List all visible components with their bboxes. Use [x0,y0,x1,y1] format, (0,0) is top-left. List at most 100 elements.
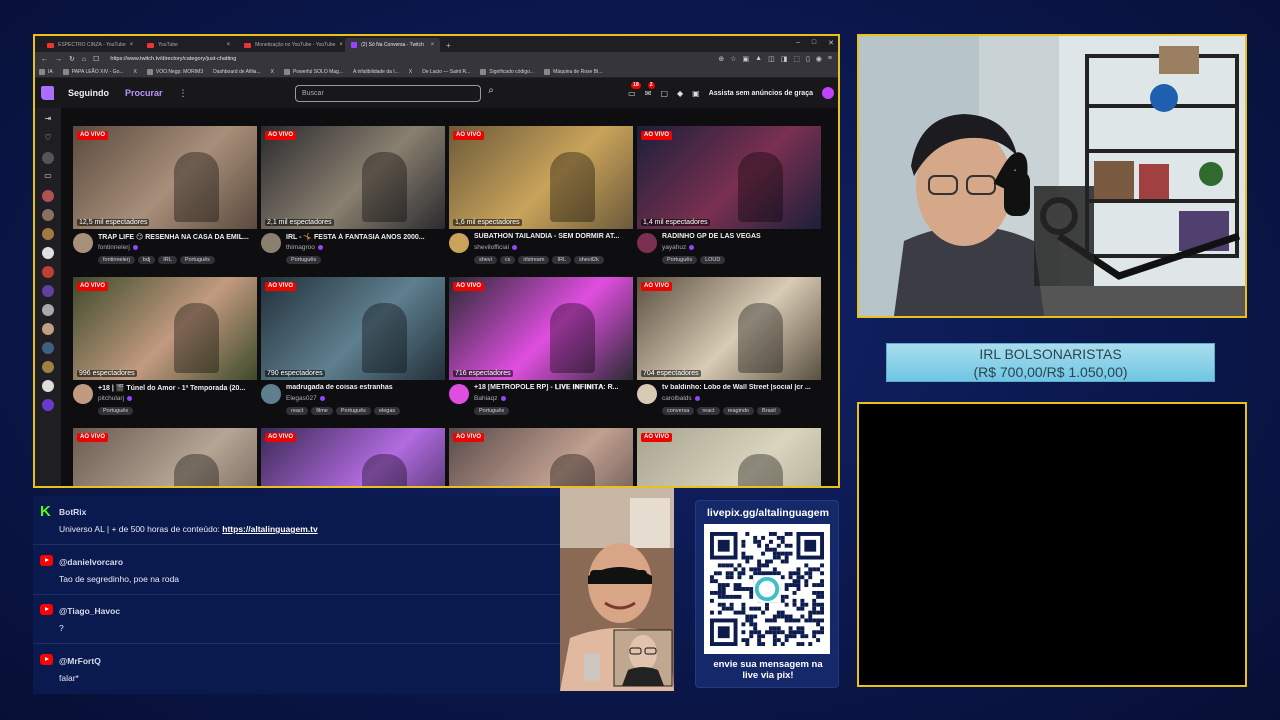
stream-card[interactable]: AO VIVO 716 espectadores +18 [METRÓPOLE RP… [449,277,633,427]
stream-thumbnail[interactable]: AO VIVO 704 espectadores [637,277,821,380]
channel-name[interactable]: shevilofficial [474,244,517,251]
channel-avatar[interactable] [42,323,54,335]
stream-thumbnail[interactable]: AO VIVO 716 espectadores [449,277,633,380]
stream-card[interactable]: AO VIVO [73,428,257,486]
video-camera-icon[interactable]: ▭ [44,171,52,183]
channel-avatar[interactable] [42,399,54,411]
close-icon[interactable]: × [339,42,343,48]
channel-avatar[interactable] [42,285,54,297]
stream-tag[interactable]: shevi [474,256,497,264]
stream-tag[interactable]: cs [499,256,516,264]
stream-title[interactable]: tv baldinho: Lobo de Wall Street |social… [662,384,820,391]
stream-tag[interactable]: filme [311,407,333,415]
twitch-logo-icon[interactable] [41,86,54,100]
stream-thumbnail[interactable]: AO VIVO [261,428,445,486]
stream-thumbnail[interactable]: AO VIVO 996 espectadores [73,277,257,380]
stream-card[interactable]: AO VIVO [637,428,821,486]
stream-thumbnail[interactable]: AO VIVO 12,5 mil espectadores [73,126,257,229]
bookmark-item[interactable]: X [271,69,274,75]
close-window-icon[interactable]: ✕ [828,39,834,47]
channel-name[interactable]: thimagroo [286,244,323,251]
bookmark-item[interactable]: X [134,69,137,75]
stream-title[interactable]: madrugada de coisas estranhas [286,384,444,391]
bookmark-item[interactable]: De Lacio — Saint R... [422,69,470,75]
stream-tag[interactable]: Português [335,407,371,415]
stream-card[interactable]: AO VIVO 2,1 mil espectadores IRL - 🤸 FESTA… [261,126,445,276]
bookmark-item[interactable]: IA [39,68,53,75]
stream-title[interactable]: IRL - 🤸 FESTA À FANTASIA ANOS 2000... [286,233,444,241]
channel-avatar[interactable] [42,361,54,373]
qr-code[interactable] [704,524,830,654]
stream-title[interactable]: +18 | 🎬 Túnel do Amor - 1ª Temporada (20… [98,384,256,392]
channel-avatar[interactable] [42,380,54,392]
stream-thumbnail[interactable]: AO VIVO [637,428,821,486]
nav-browse[interactable]: Procurar [125,88,163,98]
forward-icon[interactable]: → [55,56,62,63]
browser-tab-active[interactable]: (2) Só Na Conversa - Twitch × [345,38,441,52]
stream-tag[interactable]: fontinnelerj [98,256,135,264]
close-icon[interactable]: × [431,42,435,48]
stream-card[interactable]: AO VIVO 790 espectadores madrugada de cois… [261,277,445,427]
stream-card[interactable]: AO VIVO 1,6 mil espectadores SUBATHON TAIL… [449,126,633,276]
channel-avatar[interactable] [42,342,54,354]
stream-card[interactable]: AO VIVO 704 espectadores tv baldinho: Lobo… [637,277,821,427]
more-options-icon[interactable]: ⋮ [179,88,188,99]
inbox-icon[interactable]: ✉ 2 [645,81,655,98]
close-icon[interactable]: × [130,42,134,48]
extension-icon[interactable]: ◨ [781,55,788,63]
heart-icon[interactable]: ♡ [44,133,51,145]
channel-avatar[interactable] [42,190,54,202]
stream-tag[interactable]: conversa [662,407,695,415]
followed-channel-avatar[interactable] [42,152,54,164]
stream-tag[interactable]: Português [179,256,215,264]
turbo-icon[interactable]: ▣ [692,89,700,98]
channel-avatar[interactable] [42,304,54,316]
channel-avatar[interactable] [73,384,93,404]
close-icon[interactable]: × [227,42,231,48]
browser-tab[interactable]: YouTube × [141,38,236,52]
chat-link[interactable]: https://altalinguagem.tv [222,524,317,534]
extension-icon[interactable]: ▣ [743,55,750,63]
bookmark-item[interactable]: Powerful SOLO Mag... [283,68,343,75]
bookmark-item[interactable]: X [409,69,412,75]
star-icon[interactable]: ☆ [730,55,736,63]
stream-card[interactable]: AO VIVO 996 espectadores +18 | 🎬 Túnel do … [73,277,257,427]
extension-icon[interactable]: ◫ [768,55,775,63]
stream-card[interactable]: AO VIVO [261,428,445,486]
stream-thumbnail[interactable]: AO VIVO 1,6 mil espectadores [449,126,633,229]
nav-following[interactable]: Seguindo [68,88,109,98]
channel-avatar[interactable] [449,233,469,253]
stream-tag[interactable]: Português [474,407,510,415]
expand-sidebar-icon[interactable]: ⇥ [45,114,52,126]
bookmark-item[interactable]: PAPA LEÃO XIV - Go... [62,68,124,75]
stream-tag[interactable]: react [697,407,720,415]
stream-title[interactable]: TRAP LIFE 😏 RESENHA NA CASA DA EMIL... [98,233,256,241]
turbo-button[interactable]: Assista sem anúncios de graça [709,90,813,97]
bookmark-item[interactable]: VOO.Negp: MORIM3 [146,68,203,75]
bookmark-item[interactable]: A infalibilidade da I... [353,69,399,75]
zoom-icon[interactable]: ⊕ [718,55,724,63]
stream-thumbnail[interactable]: AO VIVO 2,1 mil espectadores [261,126,445,229]
stream-tag[interactable]: shevil2k [574,256,604,264]
bookmark-item[interactable]: Significado código... [480,68,534,75]
channel-name[interactable]: Elegas027 [286,395,325,402]
whispers-icon[interactable]: ▢ [660,89,668,98]
search-input[interactable]: Buscar [295,85,481,102]
search-icon[interactable]: ⌕ [483,85,499,102]
channel-name[interactable]: carolbalds [662,395,700,402]
menu-icon[interactable]: ≡ [828,55,832,63]
channel-avatar[interactable] [73,233,93,253]
reload-icon[interactable]: ↻ [69,55,75,63]
bookmark-item[interactable]: Máquina de Rose Bl... [544,68,602,75]
channel-avatar[interactable] [637,233,657,253]
stream-thumbnail[interactable]: AO VIVO 790 espectadores [261,277,445,380]
stream-tag[interactable]: IRL [552,256,571,264]
sidebar-icon[interactable]: ▯ [806,55,810,63]
stream-card[interactable]: AO VIVO 1,4 mil espectadores RADINHO GP DE… [637,126,821,276]
browser-tab[interactable]: Monetização no YouTube - YouTube × [238,38,343,52]
new-tab-button[interactable]: + [442,41,455,52]
url-field[interactable]: https://www.twitch.tv/directory/category… [110,56,236,62]
stream-title[interactable]: RADINHO GP DE LAS VEGAS [662,233,820,240]
stream-tag[interactable]: Brasil [756,407,781,415]
stream-thumbnail[interactable]: AO VIVO [449,428,633,486]
